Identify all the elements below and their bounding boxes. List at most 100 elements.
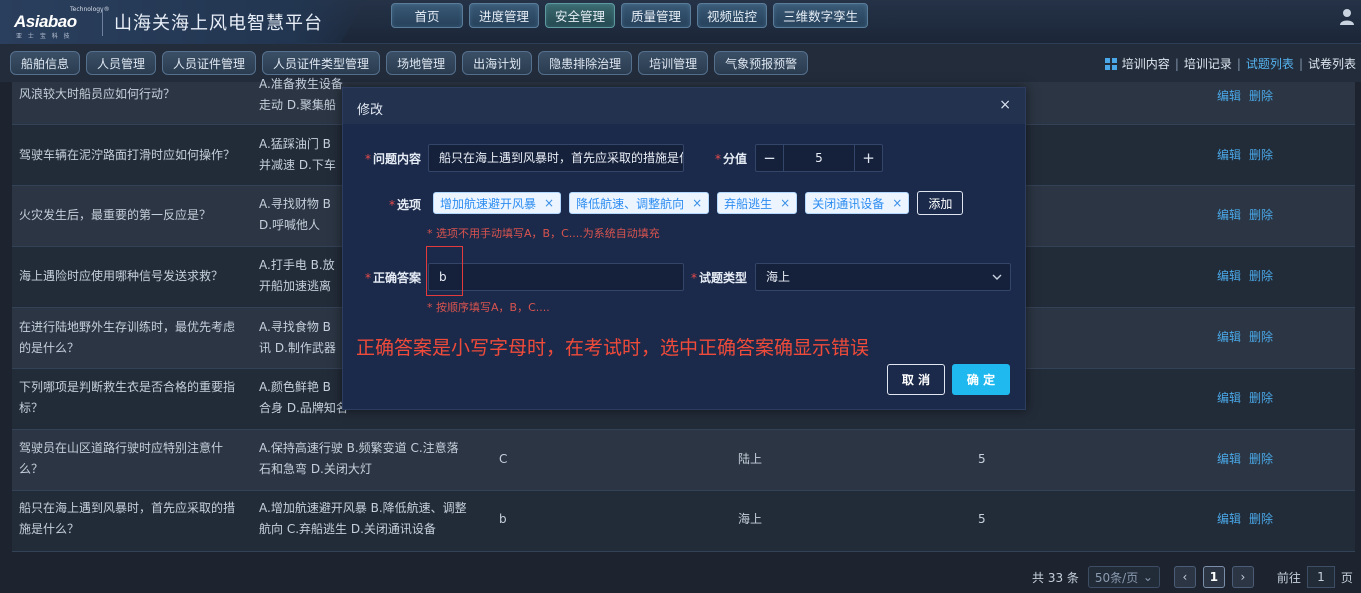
link-training-content[interactable]: 培训内容: [1122, 55, 1170, 72]
question-text: 风浪较大时船员应如何行动？: [19, 87, 176, 101]
chevron-down-icon: [992, 274, 1002, 280]
edit-link[interactable]: 编辑: [1217, 89, 1241, 103]
link-separator: |: [1298, 56, 1303, 71]
edit-link[interactable]: 编辑: [1217, 330, 1241, 344]
subnav-sites[interactable]: 场地管理: [386, 51, 457, 75]
increment-button[interactable]: +: [854, 145, 882, 171]
decrement-button[interactable]: −: [756, 145, 784, 171]
option-tag: 关闭通讯设备 ×: [805, 192, 910, 214]
chevron-down-icon: ⌄: [1142, 570, 1153, 584]
topnav-digital-twin[interactable]: 三维数字孪生: [773, 3, 869, 28]
question-cell: 海上遇险时应使用哪种信号发送求救？: [19, 266, 247, 287]
question-text: 驾驶员在山区道路行驶时应特别注意什: [19, 441, 224, 455]
link-training-records[interactable]: 培训记录: [1184, 55, 1232, 72]
delete-link[interactable]: 删除: [1249, 148, 1273, 162]
subnav-weather[interactable]: 气象预报预警: [714, 51, 809, 75]
question-cell: 驾驶员在山区道路行驶时应特别注意什 么？: [19, 438, 247, 480]
answer-cell: C: [499, 452, 508, 466]
options-cell: A.增加航速避开风暴 B.降低航速、调整 航向 C.弃船逃生 D.关闭通讯设备: [259, 498, 484, 540]
cancel-button[interactable]: 取 消: [887, 364, 945, 395]
subnav-hazard[interactable]: 隐患排除治理: [538, 51, 633, 75]
chevron-right-icon: ›: [1240, 570, 1246, 584]
score-cell: 5: [978, 512, 986, 526]
link-question-list[interactable]: 试题列表: [1246, 55, 1294, 72]
subnav-certificates[interactable]: 人员证件管理: [162, 51, 257, 75]
question-text: 火灾发生后，最重要的第一反应是？: [19, 208, 212, 222]
row-actions: 编辑 删除: [1217, 205, 1281, 226]
question-text: 的是什么？: [19, 341, 80, 355]
delete-link[interactable]: 删除: [1249, 208, 1273, 222]
row-actions: 编辑 删除: [1217, 327, 1281, 348]
question-type-label: * 试题类型: [690, 271, 747, 285]
topnav-video[interactable]: 视频监控: [697, 3, 768, 28]
add-option-button[interactable]: 添加: [917, 191, 964, 215]
prev-page-button[interactable]: ‹: [1173, 566, 1196, 588]
answer-input[interactable]: b: [428, 263, 684, 291]
score-stepper: − 5 +: [755, 144, 883, 172]
close-icon[interactable]: ×: [544, 196, 554, 210]
logo-brand: Asiabao: [14, 12, 77, 31]
subnav-certificate-types[interactable]: 人员证件类型管理: [262, 51, 381, 75]
close-icon[interactable]: ×: [780, 196, 790, 210]
annotation-note: 正确答案是小写字母时，在考试时，选中正确答案确显示错误: [356, 337, 870, 359]
logo: Technology® Asiabao 亚 士 宝 科 技: [12, 6, 110, 40]
topnav-quality[interactable]: 质量管理: [621, 3, 692, 28]
options-cell: A.保持高速行驶 B.频繁变道 C.注意落 石和急弯 D.关闭大灯: [259, 438, 484, 480]
confirm-button[interactable]: 确 定: [952, 364, 1010, 395]
page-number-button[interactable]: 1: [1202, 566, 1225, 588]
subnav-personnel[interactable]: 人员管理: [86, 51, 157, 75]
goto-page: 前往 1 页: [1277, 566, 1353, 588]
next-page-button[interactable]: ›: [1231, 566, 1254, 588]
table-row: 驾驶员在山区道路行驶时应特别注意什 么？ A.保持高速行驶 B.频繁变道 C.注意…: [12, 430, 1355, 491]
score-cell: 5: [978, 452, 986, 466]
edit-link[interactable]: 编辑: [1217, 208, 1241, 222]
type-cell: 海上: [738, 512, 763, 526]
row-actions: 编辑 删除: [1217, 509, 1281, 530]
grid-icon: [1104, 58, 1117, 70]
delete-link[interactable]: 删除: [1249, 330, 1273, 344]
modal-header: 修改 ×: [343, 88, 1025, 124]
option-tag: 弃船逃生 ×: [717, 192, 798, 214]
close-icon[interactable]: ×: [999, 97, 1011, 113]
score-value[interactable]: 5: [784, 145, 854, 171]
user-icon[interactable]: [1339, 8, 1355, 26]
topnav-safety[interactable]: 安全管理: [545, 3, 616, 28]
table-row: 船只在海上遇到风暴时，首先应采取的措 施是什么？ A.增加航速避开风暴 B.降低航…: [12, 491, 1355, 552]
logo-subtitle: 亚 士 宝 科 技: [16, 33, 72, 40]
topnav-progress[interactable]: 进度管理: [469, 3, 540, 28]
close-icon[interactable]: ×: [892, 196, 902, 210]
delete-link[interactable]: 删除: [1249, 452, 1273, 466]
question-cell: 驾驶车辆在泥泞路面打滑时应如何操作？: [19, 145, 247, 166]
goto-page-input[interactable]: 1: [1306, 566, 1335, 588]
type-cell: 陆上: [738, 452, 763, 466]
edit-link[interactable]: 编辑: [1217, 452, 1241, 466]
question-text: 标？: [19, 401, 44, 415]
pagination: 共 33 条 50条/页 ⌄ ‹ 1 › 前往 1 页: [1032, 566, 1353, 588]
edit-link[interactable]: 编辑: [1217, 269, 1241, 283]
options-line: A.保持高速行驶 B.频繁变道 C.注意落: [259, 441, 459, 455]
chevron-left-icon: ‹: [1182, 570, 1188, 584]
delete-link[interactable]: 删除: [1249, 391, 1273, 405]
subnav-sea-plan[interactable]: 出海计划: [462, 51, 533, 75]
question-label: * 问题内容: [364, 152, 421, 166]
link-paper-list[interactable]: 试卷列表: [1308, 55, 1356, 72]
subnav-ship-info[interactable]: 船舶信息: [10, 51, 81, 75]
link-separator: |: [1174, 56, 1179, 71]
page-size-select[interactable]: 50条/页 ⌄: [1087, 566, 1160, 588]
edit-link[interactable]: 编辑: [1217, 391, 1241, 405]
edit-link[interactable]: 编辑: [1217, 512, 1241, 526]
delete-link[interactable]: 删除: [1249, 269, 1273, 283]
delete-link[interactable]: 删除: [1249, 89, 1273, 103]
options-line: 航向 C.弃船逃生 D.关闭通讯设备: [259, 522, 436, 536]
delete-link[interactable]: 删除: [1249, 512, 1273, 526]
close-icon[interactable]: ×: [692, 196, 702, 210]
subnav-training[interactable]: 培训管理: [638, 51, 709, 75]
question-type-select[interactable]: 海上: [755, 263, 1011, 291]
option-tag: 增加航速避开风暴 ×: [433, 192, 562, 214]
answer-label: * 正确答案: [364, 271, 421, 285]
modal-title: 修改: [357, 103, 384, 118]
topnav-home[interactable]: 首页: [391, 3, 463, 28]
edit-link[interactable]: 编辑: [1217, 148, 1241, 162]
goto-suffix: 页: [1340, 570, 1353, 585]
question-input[interactable]: 船只在海上遇到风暴时，首先应采取的措施是什么？: [428, 144, 684, 172]
